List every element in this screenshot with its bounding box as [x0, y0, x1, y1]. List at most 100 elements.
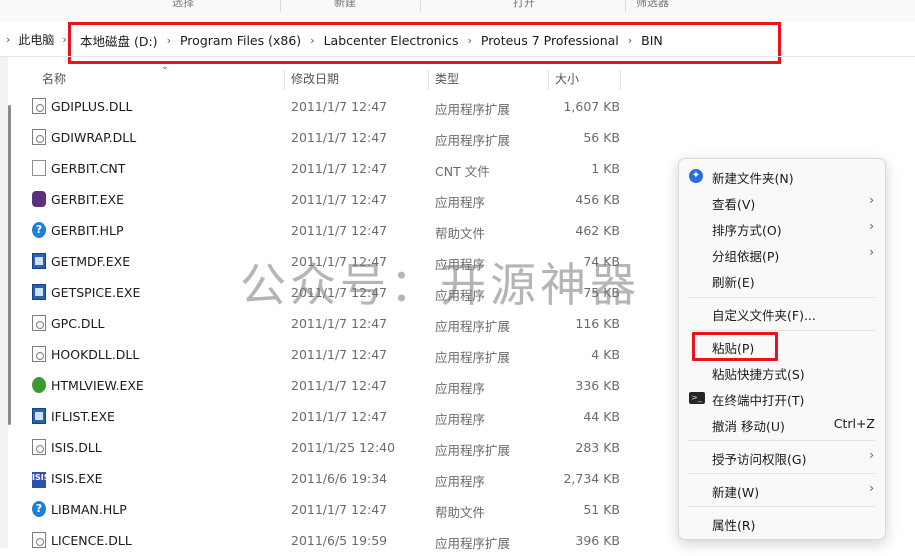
table-row[interactable]: ? LIBMAN.HLP 2011/1/7 12:47 帮助文件 51 KB [8, 494, 668, 525]
table-row[interactable]: GPC.DLL 2011/1/7 12:47 应用程序扩展 116 KB [8, 308, 668, 339]
chevron-right-icon[interactable]: › [628, 34, 632, 47]
file-date: 2011/1/7 12:47 [291, 192, 388, 207]
menu-item-new[interactable]: 新建(W) › [679, 477, 885, 503]
this-pc-crumb[interactable]: 此电脑 [18, 31, 54, 48]
column-header-date[interactable]: 修改日期 [285, 66, 339, 92]
menu-item-customize-folder[interactable]: 自定义文件夹(F)... [679, 300, 885, 326]
menu-item-sort[interactable]: 排序方式(O) › [679, 215, 885, 241]
menu-item-label: 刷新(E) [712, 275, 755, 290]
new-folder-icon: ✦ [689, 169, 703, 183]
table-row[interactable]: GDIPLUS.DLL 2011/1/7 12:47 应用程序扩展 1,607 KB [8, 91, 668, 122]
chevron-right-icon[interactable]: › [310, 34, 314, 47]
address-bar: › 此电脑 › 本地磁盘 (D:) › Program Files (x86) … [0, 22, 915, 64]
breadcrumb: 本地磁盘 (D:) › Program Files (x86) › Labcen… [80, 31, 663, 50]
menu-item-grant-access[interactable]: 授予访问权限(G) › [679, 444, 885, 470]
file-date: 2011/1/7 12:47 [291, 378, 388, 393]
file-type: 应用程序 [435, 257, 486, 272]
toolbar-divider [280, 0, 281, 12]
toolbar-new-label[interactable]: 新建 [334, 0, 356, 10]
file-name: GERBIT.CNT [51, 161, 126, 176]
chevron-right-icon: › [869, 193, 874, 207]
menu-separator [687, 473, 875, 474]
menu-separator [687, 506, 875, 507]
file-size: 2,734 KB [563, 471, 620, 486]
file-size: 396 KB [575, 533, 620, 548]
file-date: 2011/6/5 19:59 [291, 533, 388, 548]
menu-item-label: 新建(W) [712, 485, 760, 500]
chevron-right-icon: › [869, 219, 874, 233]
table-row[interactable]: GETSPICE.EXE 2011/1/7 12:47 应用程序 75 KB [8, 277, 668, 308]
toolbar-open-label[interactable]: 打开 [513, 0, 535, 10]
table-row[interactable]: ? GERBIT.HLP 2011/1/7 12:47 帮助文件 462 KB [8, 215, 668, 246]
file-size: 1 KB [591, 161, 620, 176]
dll-file-icon [32, 98, 46, 114]
chevron-right-icon: › [869, 245, 874, 259]
menu-item-new-folder[interactable]: ✦ 新建文件夹(N) [679, 163, 885, 189]
menu-item-label: 排序方式(O) [712, 223, 782, 238]
toolbar-filter-label[interactable]: 筛选器 [636, 0, 669, 10]
column-header-type[interactable]: 类型 [429, 66, 459, 92]
menu-item-view[interactable]: 查看(V) › [679, 189, 885, 215]
menu-separator [687, 297, 875, 298]
file-date: 2011/1/7 12:47 [291, 316, 388, 331]
breadcrumb-proteus[interactable]: Proteus 7 Professional [481, 33, 619, 48]
file-size: 462 KB [575, 223, 620, 238]
address-root[interactable]: › 此电脑 › [0, 31, 67, 47]
table-row[interactable]: LICENCE.DLL 2011/6/5 19:59 应用程序扩展 396 KB [8, 525, 668, 556]
chevron-right-icon: › [869, 448, 874, 462]
table-row[interactable]: GERBIT.CNT 2011/1/7 12:47 CNT 文件 1 KB [8, 153, 668, 184]
file-size: 456 KB [575, 192, 620, 207]
menu-item-label: 粘贴快捷方式(S) [712, 367, 805, 382]
breadcrumb-drive[interactable]: 本地磁盘 (D:) [80, 31, 158, 50]
file-date: 2011/1/7 12:47 [291, 161, 388, 176]
table-row[interactable]: IFLIST.EXE 2011/1/7 12:47 应用程序 44 KB [8, 401, 668, 432]
isis-app-icon: ISIS [32, 472, 49, 488]
table-row[interactable]: HOOKDLL.DLL 2011/1/7 12:47 应用程序扩展 4 KB [8, 339, 668, 370]
shortcut-label: Ctrl+Z [833, 416, 875, 431]
breadcrumb-highlight-box: 本地磁盘 (D:) › Program Files (x86) › Labcen… [68, 22, 781, 64]
file-type: 应用程序扩展 [435, 536, 511, 551]
menu-item-paste-shortcut[interactable]: 粘贴快捷方式(S) [679, 359, 885, 385]
file-name: GDIPLUS.DLL [51, 99, 133, 114]
menu-item-properties[interactable]: 属性(R) [679, 510, 885, 536]
menu-separator [687, 440, 875, 441]
menu-item-group[interactable]: 分组依据(P) › [679, 241, 885, 267]
breadcrumb-labcenter[interactable]: Labcenter Electronics [324, 33, 459, 48]
menu-item-label: 自定义文件夹(F)... [712, 308, 816, 323]
table-row[interactable]: GDIWRAP.DLL 2011/1/7 12:47 应用程序扩展 56 KB [8, 122, 668, 153]
table-row[interactable]: ISIS ISIS.EXE 2011/6/6 19:34 应用程序 2,734 KB [8, 463, 668, 494]
file-type: 应用程序扩展 [435, 102, 511, 117]
file-name: HOOKDLL.DLL [51, 347, 140, 362]
menu-item-open-terminal[interactable]: >_ 在终端中打开(T) [679, 385, 885, 411]
table-row[interactable]: GETMDF.EXE 2011/1/7 12:47 应用程序 74 KB [8, 246, 668, 277]
file-size: 1,607 KB [563, 99, 620, 114]
file-type: 应用程序扩展 [435, 350, 511, 365]
table-row[interactable]: HTMLVIEW.EXE 2011/1/7 12:47 应用程序 336 KB [8, 370, 668, 401]
chevron-right-icon[interactable]: › [167, 34, 171, 47]
menu-item-undo-move[interactable]: 撤消 移动(U) Ctrl+Z [679, 411, 885, 437]
toolbar-divider [420, 0, 421, 12]
menu-item-refresh[interactable]: 刷新(E) [679, 267, 885, 293]
globe-app-icon [32, 377, 46, 393]
toolbar-divider [625, 0, 626, 12]
breadcrumb-bin[interactable]: BIN [641, 33, 663, 48]
file-name: GDIWRAP.DLL [51, 130, 137, 145]
column-header-size[interactable]: 大小 [549, 66, 579, 92]
column-divider[interactable] [620, 70, 621, 90]
breadcrumb-program-files[interactable]: Program Files (x86) [180, 33, 301, 48]
file-type: 应用程序 [435, 381, 486, 396]
table-row[interactable]: GERBIT.EXE 2011/1/7 12:47 应用程序 456 KB [8, 184, 668, 215]
table-row[interactable]: ISIS.DLL 2011/1/25 12:40 应用程序扩展 283 KB [8, 432, 668, 463]
toolbar-select-label[interactable]: 选择 [172, 0, 194, 10]
file-size: 283 KB [575, 440, 620, 455]
file-size: 56 KB [583, 130, 620, 145]
menu-item-label: 属性(R) [712, 518, 756, 533]
column-header-name[interactable]: 名称 [36, 66, 66, 92]
menu-item-label: 授予访问权限(G) [712, 452, 807, 467]
command-toolbar: 选择 新建 打开 筛选器 [0, 0, 915, 23]
chevron-right-icon[interactable]: › [467, 34, 471, 47]
file-name: GETMDF.EXE [51, 254, 131, 269]
dll-file-icon [32, 439, 46, 455]
column-header-row: ⌄ 名称 修改日期 类型 大小 [8, 62, 668, 92]
file-name: LIBMAN.HLP [51, 502, 127, 517]
